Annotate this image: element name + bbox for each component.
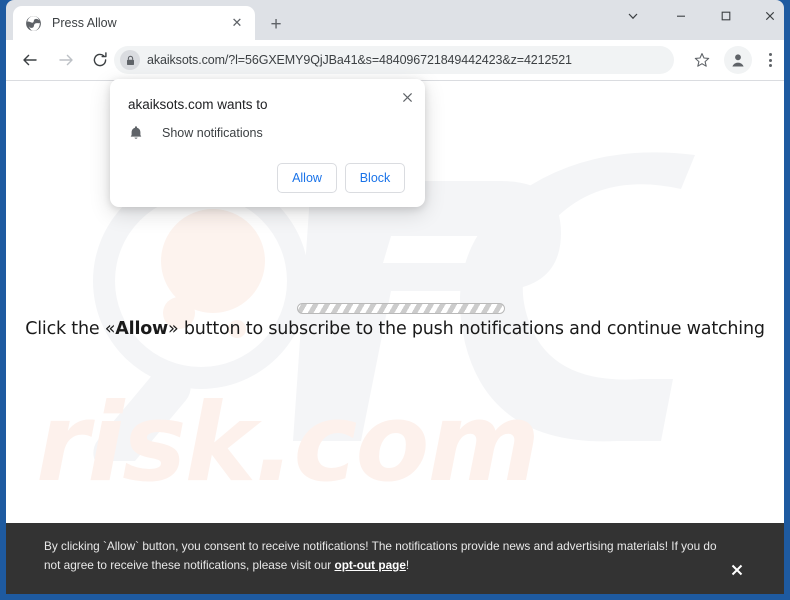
consent-banner-text: By clicking `Allow` button, you consent … — [44, 537, 724, 575]
three-dot-menu-icon[interactable] — [758, 46, 782, 74]
dialog-close-icon[interactable] — [395, 85, 419, 109]
tab-title: Press Allow — [52, 16, 117, 30]
new-tab-button[interactable]: + — [263, 11, 289, 37]
headline-prefix: Click the « — [25, 319, 116, 339]
allow-button[interactable]: Allow — [277, 163, 337, 193]
tab-close-icon[interactable]: ✕ — [226, 12, 248, 34]
menu-dot — [768, 58, 772, 62]
tab-strip: Press Allow ✕ + — [6, 0, 784, 40]
page-headline: Click the «Allow» button to subscribe to… — [6, 319, 784, 339]
consent-banner-close-icon[interactable] — [728, 561, 746, 579]
profile-avatar[interactable] — [724, 46, 752, 74]
menu-dot — [768, 53, 772, 56]
browser-tab[interactable]: Press Allow ✕ — [13, 6, 255, 40]
menu-dot — [768, 64, 772, 67]
globe-icon — [25, 15, 42, 32]
dialog-title: akaiksots.com wants to — [128, 97, 268, 112]
bookmark-star-icon[interactable] — [688, 46, 716, 74]
address-bar-url: akaiksots.com/?l=56GXEMY9QjJBa41&s=48409… — [147, 53, 572, 67]
minimize-button[interactable] — [658, 0, 704, 32]
consent-text-part2: ! — [405, 558, 410, 572]
forward-button — [52, 46, 80, 74]
tab-search-chevron-down-icon[interactable] — [610, 0, 656, 32]
loading-progress-bar — [297, 303, 505, 314]
close-window-button[interactable] — [747, 0, 790, 32]
block-button[interactable]: Block — [345, 163, 405, 193]
lock-icon[interactable] — [120, 50, 140, 70]
notification-permission-dialog: akaiksots.com wants to Show notification… — [110, 79, 425, 207]
browser-toolbar: akaiksots.com/?l=56GXEMY9QjJBa41&s=48409… — [6, 40, 784, 81]
watermark-risk-com: risk.com — [36, 381, 540, 506]
maximize-button[interactable] — [703, 0, 749, 32]
reload-button[interactable] — [86, 46, 114, 74]
bell-icon — [128, 125, 144, 141]
opt-out-page-link[interactable]: opt-out page — [335, 558, 406, 572]
back-button[interactable] — [16, 46, 44, 74]
headline-allow-emphasis: Allow — [115, 319, 169, 339]
permission-label: Show notifications — [162, 126, 263, 140]
consent-banner: By clicking `Allow` button, you consent … — [6, 523, 784, 594]
browser-window: Press Allow ✕ + akaiksots.com/?l=56GXEMY… — [0, 0, 790, 600]
address-bar[interactable]: akaiksots.com/?l=56GXEMY9QjJBa41&s=48409… — [114, 46, 674, 74]
headline-suffix: » button to subscribe to the push notifi… — [168, 319, 765, 339]
permission-row: Show notifications — [128, 125, 263, 141]
